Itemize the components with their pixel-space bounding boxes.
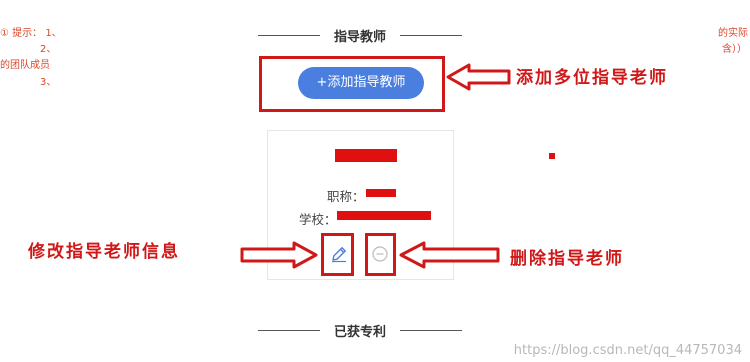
- section-title-advisors: 指导教师: [255, 25, 465, 45]
- watermark-text: https://blog.csdn.net/qq_44757034: [513, 343, 742, 358]
- arrow-left-icon: [399, 241, 500, 269]
- divider-line: [400, 34, 462, 36]
- arrow-left-icon: [446, 63, 511, 91]
- section-title-text: 已获专利: [333, 324, 386, 340]
- annotation-delete: 删除指导老师: [510, 249, 624, 269]
- arrow-right-icon: [240, 241, 318, 269]
- divider-line: [257, 329, 320, 331]
- add-advisor-button[interactable]: +添加指导教师: [298, 67, 424, 99]
- section-title-text: 指导教师: [333, 29, 386, 45]
- annotation-add-multiple: 添加多位指导老师: [516, 68, 668, 88]
- annotation-edit-info: 修改指导老师信息: [28, 242, 180, 262]
- red-mark: [549, 153, 555, 159]
- right-note-1: 的实际: [718, 28, 748, 39]
- left-note-1: ① 提示： 1、: [0, 28, 62, 39]
- divider-line: [400, 329, 462, 331]
- section-title-patents: 已获专利: [255, 320, 465, 340]
- advisor-school-label: 学校：: [299, 212, 337, 227]
- left-note-3: 的团队成员: [0, 60, 50, 71]
- left-note-4: 3、: [40, 77, 57, 88]
- right-note-2: 含））: [722, 44, 747, 55]
- minus-circle-icon[interactable]: [371, 245, 389, 263]
- pencil-edit-icon[interactable]: [330, 245, 348, 263]
- divider-line: [257, 34, 320, 36]
- advisor-title-label: 职称：: [327, 189, 365, 204]
- redacted-school: [337, 211, 431, 220]
- left-note-2: 2、: [40, 44, 57, 55]
- redacted-title: [366, 189, 396, 197]
- redacted-name: [335, 149, 397, 162]
